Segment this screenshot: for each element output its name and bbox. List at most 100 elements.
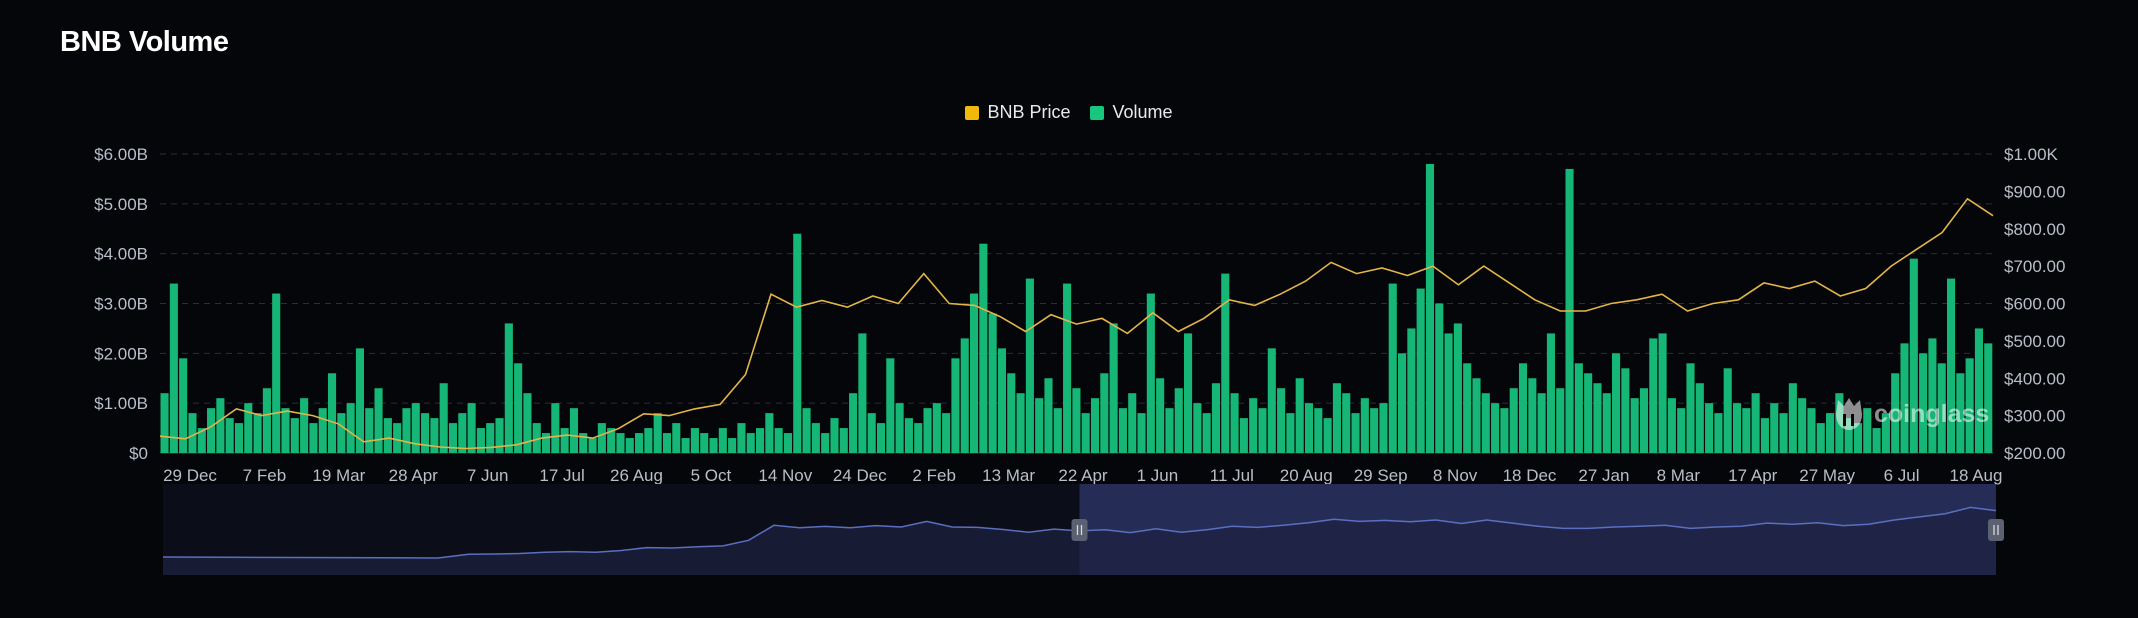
volume-bar (1053, 408, 1062, 453)
volume-bar (1602, 393, 1611, 453)
volume-bar (1370, 408, 1379, 453)
volume-bar (467, 403, 476, 453)
volume-bar (802, 408, 811, 453)
volume-bar (1314, 408, 1323, 453)
volume-bar (681, 438, 690, 453)
volume-bar (672, 423, 681, 453)
volume-bar (1332, 383, 1341, 453)
y-left-tick-label: $3.00B (94, 295, 148, 314)
volume-bar (1007, 373, 1016, 453)
x-tick-label: 7 Jun (467, 466, 509, 485)
volume-bar (1667, 398, 1676, 453)
x-tick-label: 20 Aug (1280, 466, 1333, 485)
volume-bar (1025, 278, 1034, 453)
x-tick-label: 29 Sep (1354, 466, 1408, 485)
volume-bar (942, 413, 951, 453)
volume-bar (1388, 283, 1397, 453)
volume-bar (207, 408, 216, 453)
volume-bar (1463, 363, 1472, 453)
volume-bar (886, 358, 895, 453)
volume-bar (1714, 413, 1723, 453)
volume-bar (1156, 378, 1165, 453)
volume-bar (1518, 363, 1528, 453)
volume-bar (272, 293, 281, 453)
volume-bar (1807, 408, 1816, 453)
volume-bar (1109, 323, 1118, 453)
volume-bar (1528, 378, 1537, 453)
volume-bar (1556, 388, 1565, 453)
volume-bar (1230, 393, 1239, 453)
volume-bar (1342, 393, 1351, 453)
volume-bar (253, 413, 262, 453)
volume-bar (644, 428, 653, 453)
volume-bar (421, 413, 430, 453)
volume-bar (653, 413, 662, 453)
volume-bar (1360, 398, 1369, 453)
volume-bar (616, 433, 625, 453)
volume-bar (1444, 333, 1453, 453)
volume-bar (290, 418, 299, 453)
volume-bar (393, 423, 402, 453)
volume-bar (1574, 363, 1583, 453)
volume-bar (1649, 338, 1658, 453)
watermark: coinglass (1832, 396, 1989, 432)
volume-bar (793, 233, 802, 453)
navigator-handle-left[interactable] (1071, 519, 1088, 541)
volume-bar (1435, 303, 1444, 453)
volume-bar (365, 408, 374, 453)
volume-bar (1500, 408, 1509, 453)
y-right-tick-label: $500.00 (2004, 332, 2065, 351)
volume-bar (1044, 378, 1053, 453)
volume-bar (969, 293, 979, 453)
x-tick-label: 11 Jul (1210, 466, 1254, 485)
volume-price-chart[interactable]: $0 $1.00B $2.00B $3.00B $4.00B $5.00B $6.00B $2… (0, 0, 2138, 618)
volume-bar (951, 358, 960, 453)
volume-bar (867, 413, 876, 453)
x-tick-label: 13 Mar (982, 466, 1035, 485)
volume-bar (541, 433, 551, 453)
volume-bar (1584, 373, 1593, 453)
volume-bar (1286, 413, 1295, 453)
y-left-tick-label: $0 (129, 444, 148, 463)
volume-bar (1612, 353, 1621, 453)
volume-bar (1351, 413, 1360, 453)
volume-bar (858, 333, 867, 453)
volume-bar (569, 408, 579, 453)
volume-bar (1751, 393, 1760, 453)
volume-bar (662, 433, 672, 453)
x-tick-label: 14 Nov (758, 466, 812, 485)
volume-bar (839, 428, 848, 453)
volume-bar (514, 363, 523, 453)
volume-bar (439, 383, 448, 453)
volume-bar (1472, 378, 1481, 453)
coinglass-logo-icon (1836, 398, 1862, 430)
volume-bar (551, 403, 560, 453)
volume-bar (309, 423, 318, 453)
y-left-tick-label: $5.00B (94, 195, 148, 214)
x-tick-label: 28 Apr (389, 466, 438, 485)
volume-bar (979, 243, 988, 453)
y-right-tick-label: $1.00K (2004, 145, 2059, 164)
volume-bar (1639, 388, 1649, 453)
volume-bar (1398, 353, 1407, 453)
volume-bar (932, 403, 941, 453)
y-left-tick-label: $1.00B (94, 394, 148, 413)
volume-bar (1072, 388, 1081, 453)
volume-bar (746, 433, 755, 453)
volume-bar (1239, 418, 1248, 453)
volume-bar (327, 373, 337, 453)
volume-bar (504, 323, 513, 453)
volume-bar (755, 428, 765, 453)
volume-bar (849, 393, 858, 453)
volume-bar (1509, 388, 1518, 453)
navigator-handle-right[interactable] (1988, 519, 2004, 541)
volume-bar (1705, 403, 1714, 453)
x-tick-label: 22 Apr (1058, 466, 1107, 485)
volume-bar (1184, 333, 1193, 453)
volume-bar (1118, 408, 1127, 453)
volume-bar (1658, 333, 1667, 453)
x-tick-label: 29 Dec (163, 466, 217, 485)
x-tick-label: 6 Jul (1884, 466, 1920, 485)
volume-bar (960, 338, 969, 453)
volume-bar (914, 423, 923, 453)
